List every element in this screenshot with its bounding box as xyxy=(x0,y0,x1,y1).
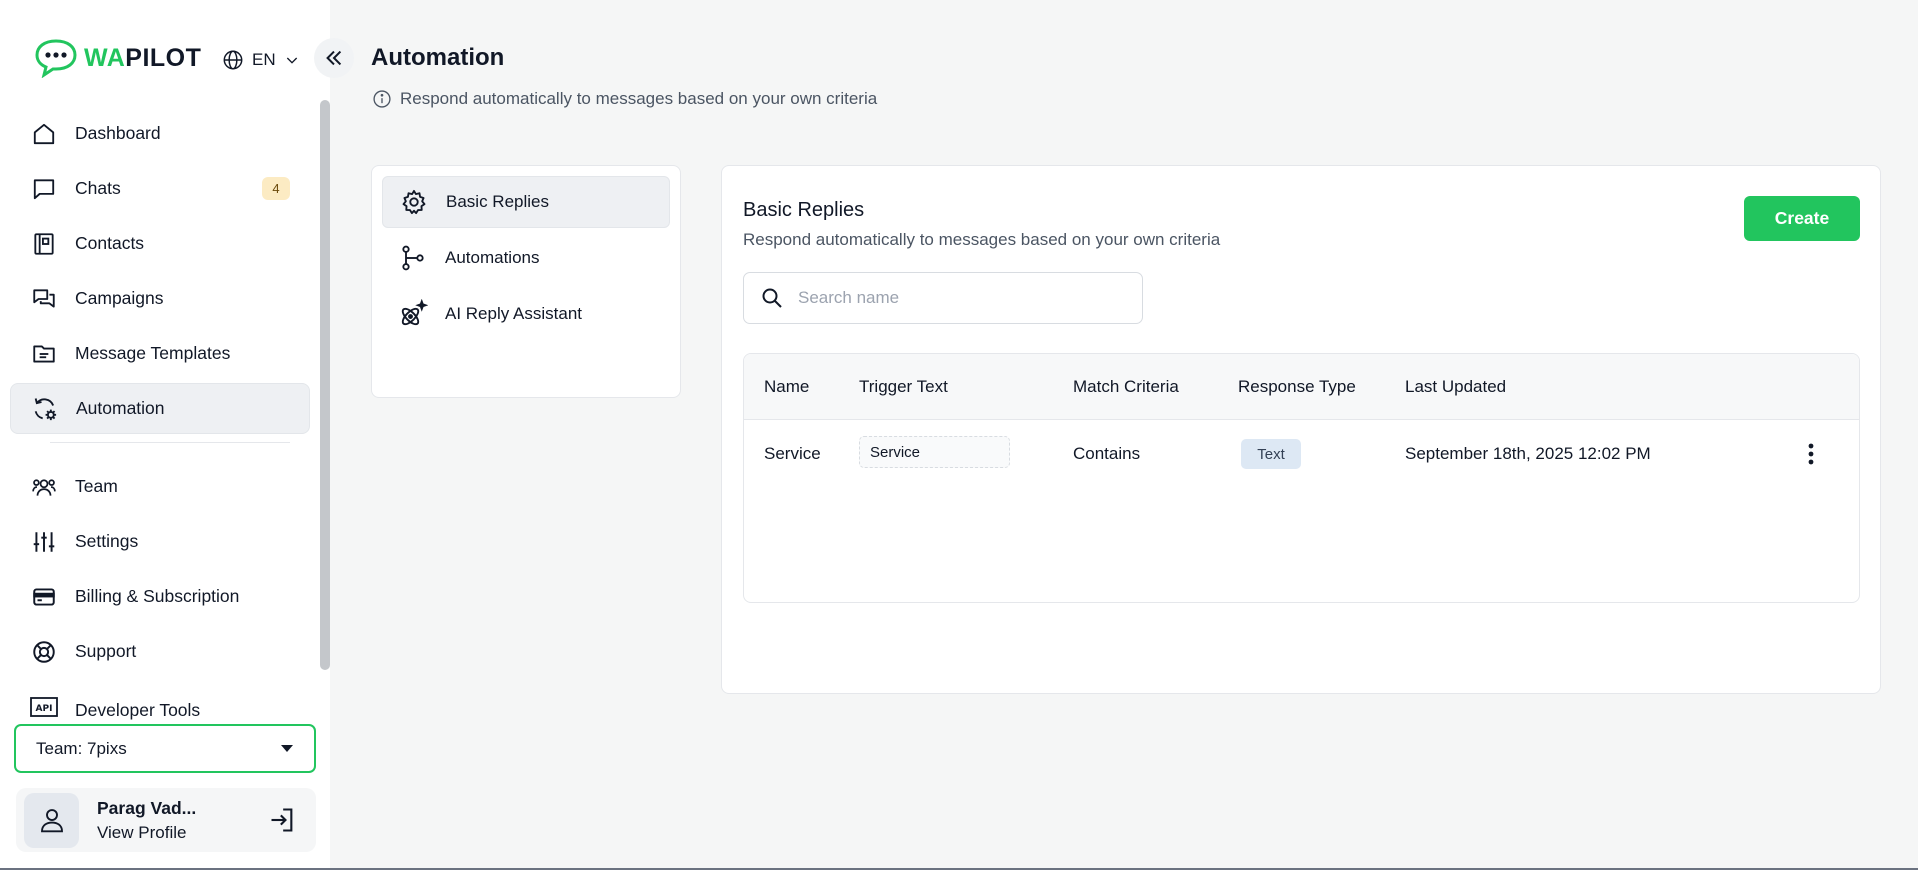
create-button[interactable]: Create xyxy=(1744,196,1860,241)
submenu-item-ai-reply-assistant[interactable]: AI Reply Assistant xyxy=(382,288,670,340)
submenu-item-label: Basic Replies xyxy=(446,192,549,211)
brand-name: WAPILOT xyxy=(84,44,201,73)
chat-icon xyxy=(30,175,58,203)
sidebar-item-message-templates[interactable]: Message Templates xyxy=(10,328,310,379)
api-icon: API xyxy=(30,693,58,721)
sidebar-item-label: Settings xyxy=(75,531,139,551)
sidebar-item-billing[interactable]: Billing & Subscription xyxy=(10,571,310,622)
cell-name: Service xyxy=(764,444,821,463)
sidebar-item-team[interactable]: Team xyxy=(10,461,310,512)
column-header-response-type[interactable]: Response Type xyxy=(1238,377,1356,397)
page-title: Automation xyxy=(371,44,505,71)
team-select-value: Team: 7pixs xyxy=(36,738,127,758)
basic-replies-panel: Basic Replies Respond automatically to m… xyxy=(721,165,1881,694)
response-type-badge: Text xyxy=(1241,439,1301,469)
sidebar-nav: Dashboard Chats 4 Contacts Campaigns Mes… xyxy=(10,108,310,725)
automation-gear-icon xyxy=(31,395,59,423)
panel-title: Basic Replies xyxy=(743,199,865,221)
submenu-item-automations[interactable]: Automations xyxy=(382,232,670,284)
submenu-item-basic-replies[interactable]: Basic Replies xyxy=(382,176,670,228)
home-icon xyxy=(30,120,58,148)
app-root: WAPILOT EN Dashboard Chats 4 Contacts Ca… xyxy=(0,0,1918,870)
credit-card-icon xyxy=(30,583,58,611)
search-icon xyxy=(762,288,782,308)
info-icon xyxy=(373,90,391,108)
team-select[interactable]: Team: 7pixs xyxy=(14,724,316,773)
language-selector[interactable]: EN xyxy=(222,49,300,71)
globe-icon xyxy=(223,50,243,70)
column-header-match-criteria[interactable]: Match Criteria xyxy=(1073,377,1179,397)
page-subtitle-text: Respond automatically to messages based … xyxy=(400,89,878,108)
profile-name: Parag Vad... xyxy=(97,797,197,818)
cell-match-criteria: Contains xyxy=(1073,444,1141,463)
more-options-icon[interactable] xyxy=(1799,441,1823,467)
chat-bubble-logo-icon xyxy=(35,39,77,78)
cell-last-updated: September 18th, 2025 12:02 PM xyxy=(1405,444,1651,463)
sidebar-item-label: Dashboard xyxy=(75,123,161,143)
sidebar-item-dashboard[interactable]: Dashboard xyxy=(10,108,310,159)
double-chevron-left-icon xyxy=(326,50,342,66)
sidebar-item-contacts[interactable]: Contacts xyxy=(10,218,310,269)
submenu-item-label: Automations xyxy=(445,248,540,267)
sidebar-item-label: Contacts xyxy=(75,233,145,253)
ai-sparkle-icon xyxy=(398,299,428,329)
avatar[interactable] xyxy=(24,792,79,848)
column-header-name[interactable]: Name xyxy=(764,377,809,397)
sidebar-item-label: Support xyxy=(75,641,137,661)
sidebar: WAPILOT EN Dashboard Chats 4 Contacts Ca… xyxy=(0,0,330,870)
sidebar-divider xyxy=(50,442,290,443)
sidebar-item-campaigns[interactable]: Campaigns xyxy=(10,273,310,324)
search-field xyxy=(743,272,1143,324)
flow-branch-icon xyxy=(398,243,428,273)
column-header-trigger-text[interactable]: Trigger Text xyxy=(859,377,948,397)
table-header: Name Trigger Text Match Criteria Respons… xyxy=(744,354,1859,420)
automation-submenu: Basic Replies Automations AI Reply Assis… xyxy=(371,165,681,398)
contacts-book-icon xyxy=(30,230,58,258)
sidebar-item-label: Developer Tools xyxy=(75,700,201,720)
sidebar-item-settings[interactable]: Settings xyxy=(10,516,310,567)
sliders-icon xyxy=(30,528,58,556)
profile-text: Parag Vad... View Profile xyxy=(97,798,196,843)
team-icon xyxy=(30,473,58,501)
user-icon xyxy=(40,809,63,833)
brand-name-pilot: PILOT xyxy=(125,43,202,72)
column-header-last-updated[interactable]: Last Updated xyxy=(1405,377,1506,397)
language-label: EN xyxy=(252,50,276,69)
page-subtitle: Respond automatically to messages based … xyxy=(372,89,877,109)
replies-table: Name Trigger Text Match Criteria Respons… xyxy=(743,353,1860,603)
sidebar-item-developer-tools[interactable]: API Developer Tools xyxy=(10,681,310,721)
caret-down-icon xyxy=(281,744,293,752)
sidebar-item-label: Automation xyxy=(76,398,165,418)
campaigns-icon xyxy=(30,285,58,313)
lifebuoy-icon xyxy=(30,638,58,666)
view-profile-link[interactable]: View Profile xyxy=(97,823,196,843)
logout-icon[interactable] xyxy=(268,806,296,834)
gear-icon xyxy=(399,187,429,217)
folder-template-icon xyxy=(30,340,58,368)
sidebar-item-label: Message Templates xyxy=(75,343,231,363)
submenu-item-label: AI Reply Assistant xyxy=(445,304,583,323)
panel-subtitle: Respond automatically to messages based … xyxy=(743,230,1221,249)
collapse-sidebar-button[interactable] xyxy=(314,38,354,78)
trigger-text-chip: Service xyxy=(859,436,1010,468)
sidebar-item-automation[interactable]: Automation xyxy=(10,383,310,434)
sidebar-item-label: Billing & Subscription xyxy=(75,586,240,606)
sidebar-item-label: Chats xyxy=(75,178,121,198)
table-row[interactable]: Service Service Contains Text September … xyxy=(744,420,1859,488)
sidebar-item-chats[interactable]: Chats 4 xyxy=(10,163,310,214)
sidebar-item-label: Campaigns xyxy=(75,288,164,308)
chevron-down-icon xyxy=(286,57,297,64)
user-profile-card: Parag Vad... View Profile xyxy=(16,788,316,852)
sidebar-item-label: Team xyxy=(75,476,118,496)
svg-text:API: API xyxy=(36,704,53,714)
brand-name-wa: WA xyxy=(84,43,126,72)
search-input[interactable] xyxy=(798,288,1118,308)
sidebar-item-support[interactable]: Support xyxy=(10,626,310,677)
sidebar-scrollbar[interactable] xyxy=(320,100,330,670)
unread-count-badge: 4 xyxy=(262,177,290,200)
brand-logo[interactable]: WAPILOT xyxy=(34,38,201,78)
